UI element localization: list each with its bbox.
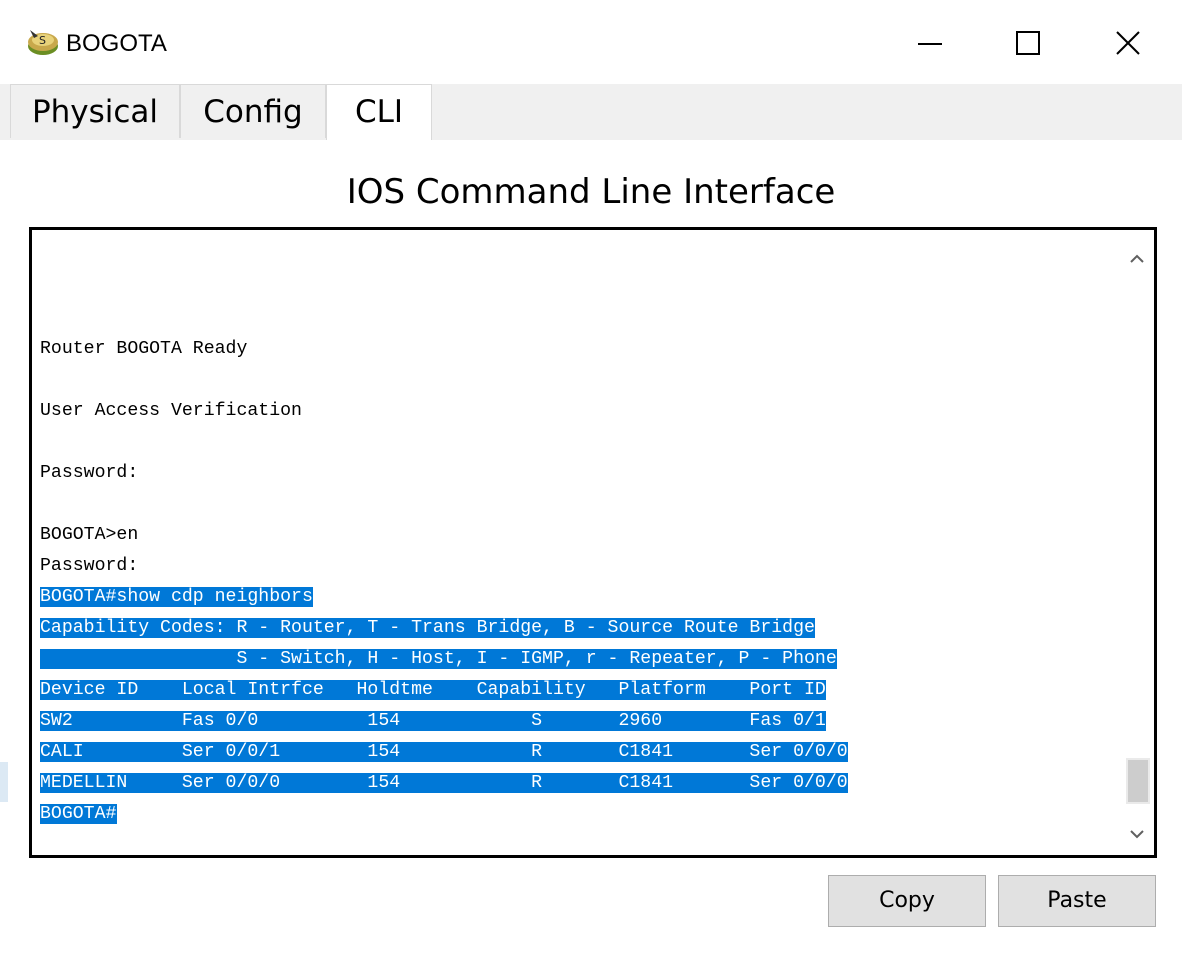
terminal-line: SW2 Fas 0/0 154 S 2960 Fas 0/1 (40, 706, 1120, 737)
terminal-line-text: User Access Verification (40, 401, 302, 421)
minimize-icon (918, 43, 942, 45)
scroll-up-arrow-icon[interactable] (1120, 244, 1154, 274)
terminal-line: User Access Verification (40, 396, 1120, 427)
terminal-line-text: CALI Ser 0/0/1 154 R C1841 Ser 0/0/0 (40, 742, 848, 762)
text-cursor (117, 802, 120, 825)
scrollbar-thumb[interactable] (1126, 758, 1150, 804)
tab-bar: Physical Config CLI (0, 84, 1182, 142)
tab-cli[interactable]: CLI (326, 84, 432, 142)
terminal-line-text: BOGOTA>en (40, 525, 139, 545)
terminal-line: Router BOGOTA Ready (40, 334, 1120, 365)
terminal-line: Device ID Local Intrfce Holdtme Capabili… (40, 675, 1120, 706)
scroll-down-arrow-icon[interactable] (1120, 819, 1154, 849)
terminal-line-text: BOGOTA#show cdp neighbors (40, 587, 313, 607)
terminal-line-text: Router BOGOTA Ready (40, 339, 248, 359)
tab-config[interactable]: Config (180, 84, 326, 138)
terminal-line: S - Switch, H - Host, I - IGMP, r - Repe… (40, 644, 1120, 675)
terminal-line-text: Device ID Local Intrfce Holdtme Capabili… (40, 680, 826, 700)
terminal-line-text: Password: (40, 463, 139, 483)
terminal-line: Capability Codes: R - Router, T - Trans … (40, 613, 1120, 644)
terminal-output[interactable]: Router BOGOTA Ready User Access Verificat… (40, 334, 1120, 830)
minimize-button[interactable] (910, 22, 950, 62)
window-edge (0, 762, 8, 802)
close-button[interactable] (1108, 22, 1148, 62)
terminal-line: BOGOTA#show cdp neighbors (40, 582, 1120, 613)
paste-button[interactable]: Paste (998, 875, 1156, 927)
title-bar: S BOGOTA (0, 0, 1182, 88)
terminal-line-text: Capability Codes: R - Router, T - Trans … (40, 618, 815, 638)
terminal-line: CALI Ser 0/0/1 154 R C1841 Ser 0/0/0 (40, 737, 1120, 768)
terminal-line-text: Password: (40, 556, 139, 576)
router-device-icon: S (28, 30, 58, 55)
terminal-line: Password: (40, 458, 1120, 489)
copy-button[interactable]: Copy (828, 875, 986, 927)
terminal-line-text: SW2 Fas 0/0 154 S 2960 Fas 0/1 (40, 711, 826, 731)
terminal-scrollbar[interactable] (1120, 230, 1154, 855)
maximize-icon (1016, 31, 1040, 55)
terminal-line-text: BOGOTA# (40, 802, 120, 825)
terminal-line: BOGOTA# (40, 799, 1120, 830)
tab-physical[interactable]: Physical (10, 84, 180, 138)
terminal-line-text: MEDELLIN Ser 0/0/0 154 R C1841 Ser 0/0/0 (40, 773, 848, 793)
terminal-line: Password: (40, 551, 1120, 582)
close-icon (1116, 31, 1140, 55)
terminal-console[interactable]: Router BOGOTA Ready User Access Verificat… (29, 227, 1157, 858)
terminal-line-text: S - Switch, H - Host, I - IGMP, r - Repe… (40, 649, 837, 669)
window-title: BOGOTA (66, 30, 167, 57)
maximize-button[interactable] (1008, 22, 1048, 62)
page-title: IOS Command Line Interface (346, 172, 836, 212)
terminal-line: BOGOTA>en (40, 520, 1120, 551)
terminal-line: MEDELLIN Ser 0/0/0 154 R C1841 Ser 0/0/0 (40, 768, 1120, 799)
svg-text:S: S (39, 34, 46, 47)
